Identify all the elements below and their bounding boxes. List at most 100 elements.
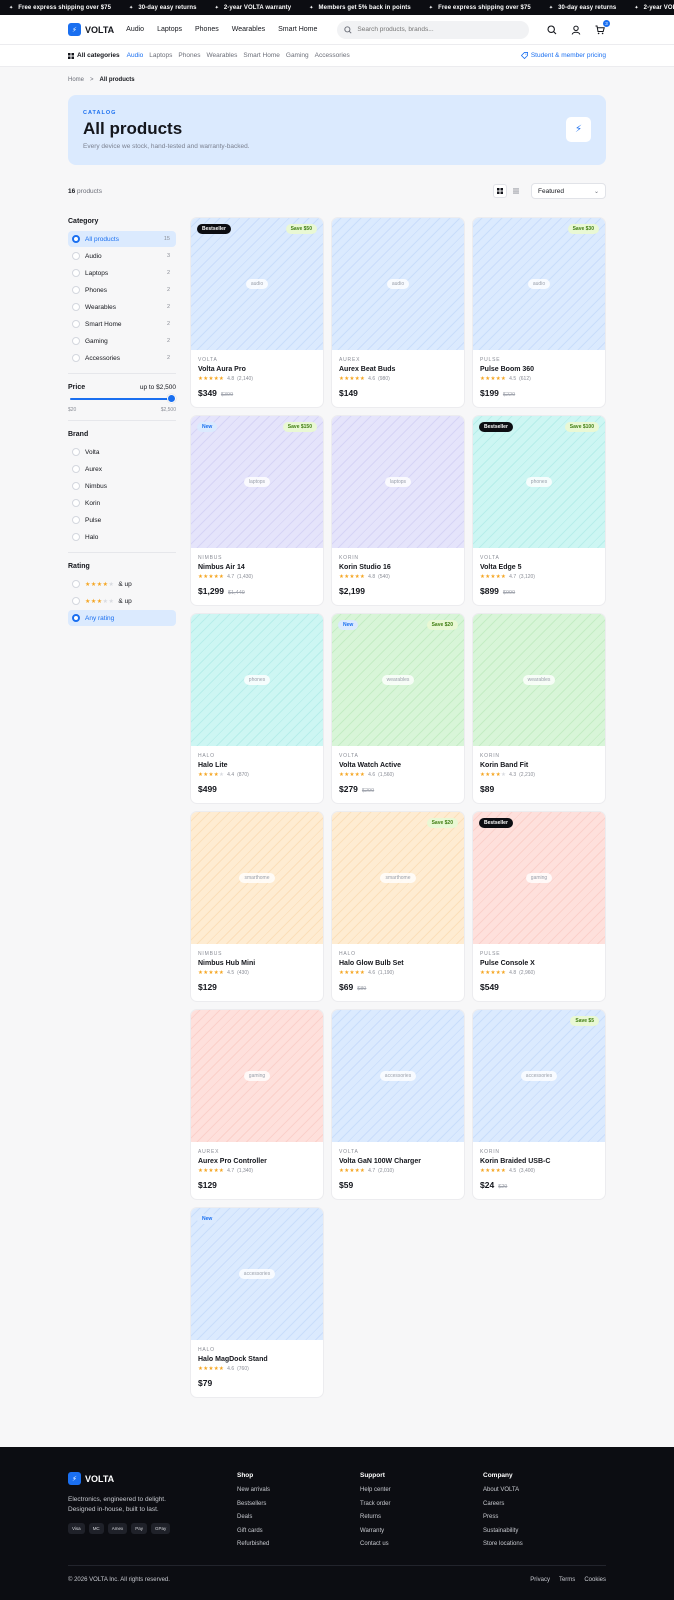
- product-card[interactable]: audio Save $30 PULSE Pulse Boom 360 ★★★★★ 4.5…: [472, 217, 606, 408]
- brand-logo[interactable]: ⚡ VOLTA: [68, 23, 114, 36]
- product-image[interactable]: wearables: [473, 614, 605, 746]
- all-categories-button[interactable]: All categories: [68, 52, 120, 59]
- product-card[interactable]: smarthome Save $20 HALO Halo Glow Bulb Set ★…: [331, 811, 465, 1002]
- brand-option-aurex[interactable]: Aurex: [68, 461, 176, 477]
- product-name[interactable]: Korin Studio 16: [339, 564, 457, 571]
- product-card[interactable]: wearables KORIN Korin Band Fit ★★★★★ 4.3 (2,2…: [472, 613, 606, 804]
- product-name[interactable]: Pulse Console X: [480, 960, 598, 967]
- product-card[interactable]: gaming Bestseller PULSE Pulse Console X ★★★★…: [472, 811, 606, 1002]
- price-slider[interactable]: [70, 394, 176, 403]
- price-slider-handle[interactable]: [167, 394, 176, 403]
- product-name[interactable]: Nimbus Hub Mini: [198, 960, 316, 967]
- brand-option-halo[interactable]: Halo: [68, 529, 176, 545]
- product-image[interactable]: accessories: [332, 1010, 464, 1142]
- account-button[interactable]: [570, 24, 582, 36]
- footer-link-press[interactable]: Press: [483, 1514, 606, 1528]
- radio-button[interactable]: [72, 303, 80, 311]
- category-option-accessories[interactable]: Accessories 2: [68, 350, 176, 366]
- product-image[interactable]: laptops New Save $150: [191, 416, 323, 548]
- radio-button[interactable]: [72, 252, 80, 260]
- product-image[interactable]: audio Bestseller Save $50: [191, 218, 323, 350]
- footer-link-warranty[interactable]: Warranty: [360, 1528, 483, 1542]
- product-image[interactable]: gaming: [191, 1010, 323, 1142]
- checkbox[interactable]: [72, 516, 80, 524]
- category-option-smart-home[interactable]: Smart Home 2: [68, 316, 176, 332]
- rating-option-4-stars-up[interactable]: ★★★★★ & up: [68, 576, 176, 592]
- footer-link-deals[interactable]: Deals: [237, 1514, 360, 1528]
- product-image[interactable]: phones Bestseller Save $100: [473, 416, 605, 548]
- footer-link-store-locations[interactable]: Store locations: [483, 1541, 606, 1555]
- search-button[interactable]: [546, 24, 558, 36]
- product-name[interactable]: Korin Braided USB-C: [480, 1158, 598, 1165]
- legal-link-terms[interactable]: Terms: [559, 1577, 575, 1583]
- legal-link-privacy[interactable]: Privacy: [530, 1577, 550, 1583]
- product-image[interactable]: phones: [191, 614, 323, 746]
- product-card[interactable]: audio Bestseller Save $50 VOLTA Volta Aura P…: [190, 217, 324, 408]
- product-card[interactable]: wearables New Save $20 VOLTA Volta Watch Act…: [331, 613, 465, 804]
- grid-view-button[interactable]: [493, 184, 507, 198]
- product-name[interactable]: Volta GaN 100W Charger: [339, 1158, 457, 1165]
- product-card[interactable]: laptops KORIN Korin Studio 16 ★★★★★ 4.8 (540)…: [331, 415, 465, 606]
- footer-link-refurbished[interactable]: Refurbished: [237, 1541, 360, 1555]
- category-option-audio[interactable]: Audio 3: [68, 248, 176, 264]
- product-name[interactable]: Halo Lite: [198, 762, 316, 769]
- brand-option-nimbus[interactable]: Nimbus: [68, 478, 176, 494]
- product-name[interactable]: Halo MagDock Stand: [198, 1356, 316, 1363]
- checkbox[interactable]: [72, 533, 80, 541]
- footer-logo[interactable]: ⚡ VOLTA: [68, 1472, 237, 1485]
- product-name[interactable]: Volta Aura Pro: [198, 366, 316, 373]
- subnav-link-audio[interactable]: Audio: [127, 52, 144, 59]
- category-option-phones[interactable]: Phones 2: [68, 282, 176, 298]
- radio-button[interactable]: [72, 580, 80, 588]
- category-option-gaming[interactable]: Gaming 2: [68, 333, 176, 349]
- product-image[interactable]: wearables New Save $20: [332, 614, 464, 746]
- radio-button[interactable]: [72, 354, 80, 362]
- brand-option-pulse[interactable]: Pulse: [68, 512, 176, 528]
- nav-phones[interactable]: Phones: [195, 26, 219, 33]
- product-image[interactable]: audio Save $30: [473, 218, 605, 350]
- sort-select[interactable]: Featured ⌄: [531, 183, 606, 199]
- product-card[interactable]: gaming AUREX Aurex Pro Controller ★★★★★ 4.7(…: [190, 1009, 324, 1200]
- product-card[interactable]: audio AUREX Aurex Beat Buds ★★★★★ 4.6 (980) $1…: [331, 217, 465, 408]
- product-image[interactable]: smarthome: [191, 812, 323, 944]
- breadcrumb-home[interactable]: Home: [68, 77, 84, 83]
- footer-link-help-center[interactable]: Help center: [360, 1487, 483, 1501]
- product-card[interactable]: phones HALO Halo Lite ★★★★★ 4.4 (870) $499: [190, 613, 324, 804]
- checkbox[interactable]: [72, 482, 80, 490]
- category-option-wearables[interactable]: Wearables 2: [68, 299, 176, 315]
- nav-smart-home[interactable]: Smart Home: [278, 26, 317, 33]
- rating-option-3-stars-up[interactable]: ★★★★★ & up: [68, 593, 176, 609]
- product-card[interactable]: phones Bestseller Save $100 VOLTA Volta Edge…: [472, 415, 606, 606]
- brand-option-korin[interactable]: Korin: [68, 495, 176, 511]
- checkbox[interactable]: [72, 499, 80, 507]
- product-image[interactable]: accessories Save $5: [473, 1010, 605, 1142]
- subnav-link-accessories[interactable]: Accessories: [315, 52, 350, 59]
- footer-link-gift-cards[interactable]: Gift cards: [237, 1528, 360, 1542]
- radio-button[interactable]: [72, 320, 80, 328]
- product-name[interactable]: Aurex Beat Buds: [339, 366, 457, 373]
- category-option-laptops[interactable]: Laptops 2: [68, 265, 176, 281]
- rating-option-any[interactable]: Any rating: [68, 610, 176, 626]
- footer-link-track-order[interactable]: Track order: [360, 1501, 483, 1515]
- legal-link-cookies[interactable]: Cookies: [584, 1577, 606, 1583]
- radio-button[interactable]: [72, 235, 80, 243]
- subnav-link-gaming[interactable]: Gaming: [286, 52, 309, 59]
- footer-link-returns[interactable]: Returns: [360, 1514, 483, 1528]
- product-image[interactable]: gaming Bestseller: [473, 812, 605, 944]
- product-image[interactable]: accessories New: [191, 1208, 323, 1340]
- search-input[interactable]: [357, 26, 518, 33]
- radio-button[interactable]: [72, 337, 80, 345]
- subnav-link-smart-home[interactable]: Smart Home: [243, 52, 279, 59]
- checkbox[interactable]: [72, 448, 80, 456]
- cart-button[interactable]: 3: [594, 19, 610, 36]
- radio-button[interactable]: [72, 286, 80, 294]
- product-card[interactable]: accessories VOLTA Volta GaN 100W Charger ★★…: [331, 1009, 465, 1200]
- product-card[interactable]: smarthome NIMBUS Nimbus Hub Mini ★★★★★ 4.5 (4…: [190, 811, 324, 1002]
- product-name[interactable]: Pulse Boom 360: [480, 366, 598, 373]
- product-image[interactable]: smarthome Save $20: [332, 812, 464, 944]
- product-image[interactable]: laptops: [332, 416, 464, 548]
- list-view-button[interactable]: [509, 184, 523, 198]
- footer-link-contact-us[interactable]: Contact us: [360, 1541, 483, 1555]
- product-image[interactable]: audio: [332, 218, 464, 350]
- footer-link-new-arrivals[interactable]: New arrivals: [237, 1487, 360, 1501]
